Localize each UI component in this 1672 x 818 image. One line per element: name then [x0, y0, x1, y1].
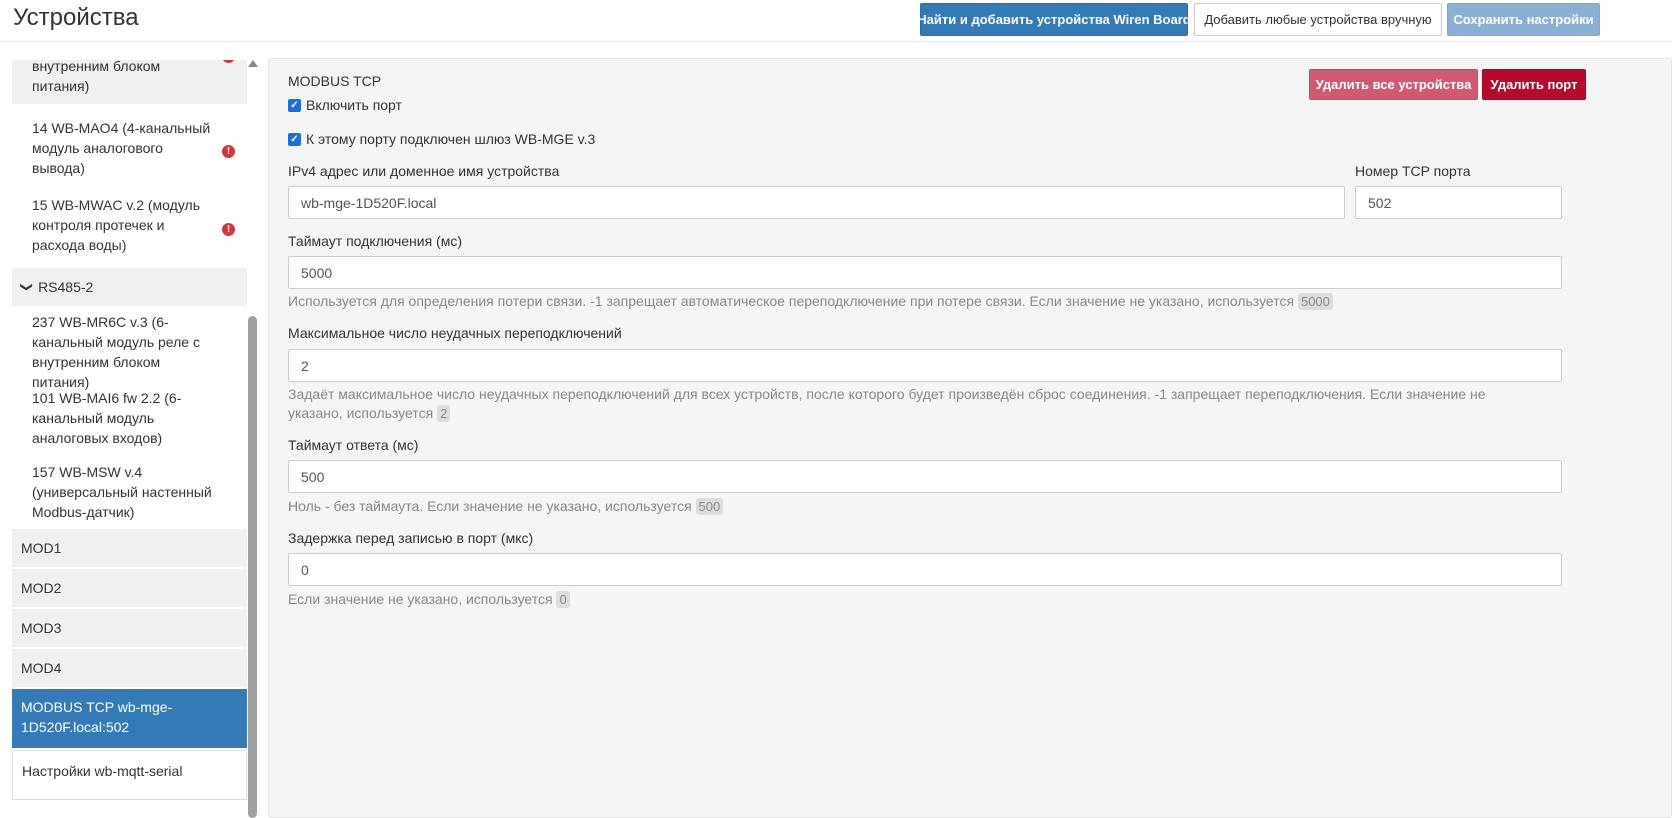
port-settings-panel: MODBUS TCP Удалить все устройства Удалит…	[268, 58, 1672, 818]
sidebar-device-item[interactable]: 14 WB-MAO4 (4-канальный модуль аналогово…	[12, 112, 247, 190]
sidebar-port-mod1[interactable]: MOD1	[12, 529, 247, 567]
sidebar-device-item[interactable]: 101 WB-MAI6 fw 2.2 (6-канальный модуль а…	[12, 384, 247, 462]
address-label: IPv4 адрес или доменное имя устройства	[288, 163, 560, 179]
gateway-row[interactable]: ✓ К этому порту подключен шлюз WB-MGE v.…	[288, 131, 595, 147]
help-text: Ноль - без таймаута. Если значение не ук…	[288, 498, 692, 514]
scroll-up-arrow-icon[interactable]	[248, 60, 258, 67]
default-badge: 0	[556, 591, 570, 608]
sidebar-item-label: MOD1	[21, 540, 62, 556]
scrollbar-thumb[interactable]	[248, 316, 257, 818]
sidebar-item-label: MODBUS TCP wb-mge-1D520F.local:502	[21, 699, 173, 735]
sidebar-port-mod4[interactable]: MOD4	[12, 649, 247, 687]
connection-timeout-label: Таймаут подключения (мс)	[288, 233, 463, 249]
enable-port-label: Включить порт	[306, 97, 402, 113]
sidebar-item-label: 14 WB-MAO4 (4-канальный модуль аналогово…	[32, 120, 211, 176]
sidebar-item-label: 101 WB-MAI6 fw 2.2 (6-канальный модуль а…	[32, 390, 182, 446]
page-title: Устройства	[13, 4, 139, 31]
response-timeout-help: Ноль - без таймаута. Если значение не ук…	[288, 497, 1562, 516]
sidebar: внутренним блоком питания) ! 14 WB-MAO4 …	[12, 60, 247, 818]
default-badge: 5000	[1297, 293, 1333, 310]
help-text: Задаёт максимальное число неудачных пере…	[288, 386, 1486, 421]
max-failures-label: Максимальное число неудачных переподключ…	[288, 325, 622, 341]
sidebar-group-rs485-2[interactable]: ❯ RS485-2	[12, 268, 247, 306]
tcp-port-label: Номер TCP порта	[1355, 163, 1471, 179]
add-manual-devices-button[interactable]: Добавить любые устройства вручную	[1194, 3, 1442, 36]
default-badge: 2	[437, 405, 451, 422]
max-failures-input[interactable]: 2	[288, 349, 1562, 382]
sidebar-item-label: 157 WB-MSW v.4 (универсальный настенный …	[32, 464, 212, 520]
max-failures-help: Задаёт максимальное число неудачных пере…	[288, 385, 1538, 423]
gateway-label: К этому порту подключен шлюз WB-MGE v.3	[306, 131, 596, 147]
header: Устройства Найти и добавить устройства W…	[0, 0, 1672, 42]
sidebar-item-label: Настройки wb-mqtt-serial	[22, 763, 183, 779]
enable-port-checkbox[interactable]: ✓	[288, 98, 301, 112]
find-devices-button[interactable]: Найти и добавить устройства Wiren Board	[917, 3, 1191, 36]
enable-port-row[interactable]: ✓ Включить порт	[288, 97, 402, 113]
sidebar-scrollbar[interactable]	[247, 60, 258, 818]
default-badge: 500	[695, 498, 724, 515]
help-text: Используется для определения потери связ…	[288, 293, 1295, 309]
chevron-down-icon: ❯	[20, 281, 35, 293]
devices-page: Устройства Найти и добавить устройства W…	[0, 0, 1672, 818]
sidebar-item-label: MOD4	[21, 660, 62, 676]
address-input[interactable]: wb-mge-1D520F.local	[288, 186, 1345, 219]
sidebar-port-modbus-tcp[interactable]: MODBUS TCP wb-mge-1D520F.local:502	[12, 689, 247, 748]
sidebar-port-mod2[interactable]: MOD2	[12, 569, 247, 607]
port-title: MODBUS TCP	[288, 73, 382, 89]
sidebar-item-label: MOD2	[21, 580, 62, 596]
sidebar-item-label: MOD3	[21, 620, 62, 636]
gateway-checkbox[interactable]: ✓	[288, 132, 301, 146]
response-timeout-label: Таймаут ответа (мс)	[288, 437, 419, 453]
write-delay-input[interactable]: 0	[288, 553, 1562, 586]
sidebar-device-item[interactable]: 237 WB-MR6C v.3 (6-канальный модуль реле…	[12, 306, 247, 390]
tcp-port-input[interactable]: 502	[1355, 186, 1562, 219]
sidebar-item-label: 237 WB-MR6C v.3 (6-канальный модуль реле…	[32, 314, 200, 390]
write-delay-help: Если значение не указано, используется 0	[288, 590, 1562, 609]
error-icon: !	[222, 145, 235, 158]
sidebar-device-item[interactable]: 15 WB-MWAC v.2 (модуль контроля протечек…	[12, 190, 247, 268]
sidebar-group-label: RS485-2	[38, 279, 94, 295]
error-icon: !	[222, 60, 235, 63]
help-text: Если значение не указано, используется	[288, 591, 553, 607]
sidebar-item-label: 15 WB-MWAC v.2 (модуль контроля протечек…	[32, 197, 200, 253]
response-timeout-input[interactable]: 500	[288, 460, 1562, 493]
delete-port-button[interactable]: Удалить порт	[1482, 69, 1586, 100]
sidebar-device-item[interactable]: внутренним блоком питания) !	[12, 60, 247, 104]
connection-timeout-help: Используется для определения потери связ…	[288, 292, 1562, 311]
save-settings-button[interactable]: Сохранить настройки	[1447, 3, 1600, 36]
sidebar-port-mod3[interactable]: MOD3	[12, 609, 247, 647]
error-icon: !	[222, 223, 235, 236]
sidebar-item-settings[interactable]: Настройки wb-mqtt-serial	[12, 750, 247, 800]
sidebar-item-label: внутренним блоком питания)	[32, 60, 161, 94]
connection-timeout-input[interactable]: 5000	[288, 256, 1562, 289]
delete-all-devices-button[interactable]: Удалить все устройства	[1309, 69, 1478, 100]
write-delay-label: Задержка перед записью в порт (мкс)	[288, 530, 534, 546]
